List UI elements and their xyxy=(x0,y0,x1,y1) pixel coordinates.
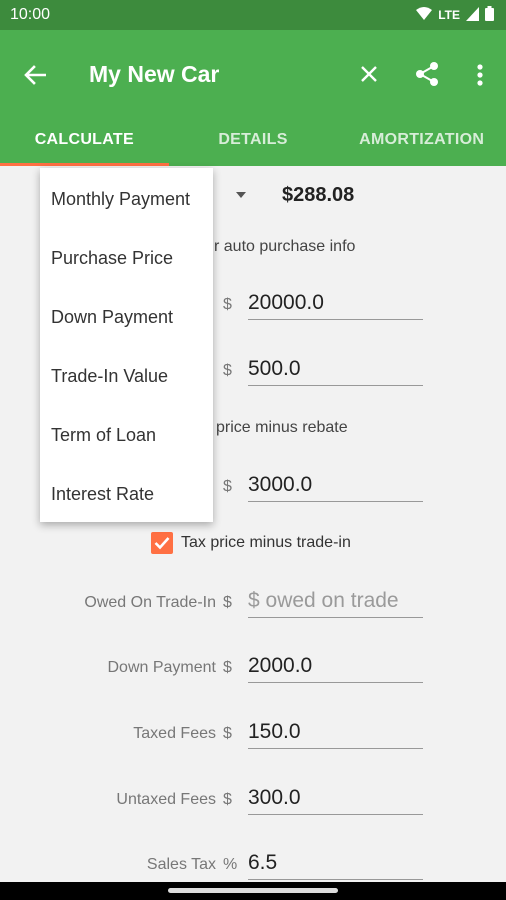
menu-item-purchase-price[interactable]: Purchase Price xyxy=(40,229,213,288)
menu-item-trade-in-value[interactable]: Trade-In Value xyxy=(40,347,213,406)
untaxed-fees-input[interactable] xyxy=(248,781,423,815)
close-button[interactable] xyxy=(355,60,383,88)
menu-item-monthly-payment[interactable]: Monthly Payment xyxy=(40,169,213,229)
tab-details[interactable]: DETAILS xyxy=(169,120,338,166)
currency-prefix: $ xyxy=(223,791,232,808)
signal-icon xyxy=(466,6,479,24)
calc-result: $288.08 xyxy=(282,184,355,206)
share-icon xyxy=(416,62,438,86)
share-button[interactable] xyxy=(412,59,442,89)
sales-tax-label: Sales Tax xyxy=(146,856,216,873)
down-payment-row: Down Payment $ xyxy=(0,647,506,687)
currency-prefix: $ xyxy=(223,296,232,313)
owed-on-trade-label: Owed On Trade-In xyxy=(84,594,216,611)
currency-prefix: $ xyxy=(223,659,232,676)
taxed-fees-input[interactable] xyxy=(248,715,423,749)
tab-amortization[interactable]: AMORTIZATION xyxy=(337,120,506,166)
untaxed-fees-label: Untaxed Fees xyxy=(116,791,216,808)
owed-on-trade-row: Owed On Trade-In $ xyxy=(0,582,506,622)
battery-icon xyxy=(485,6,494,24)
tab-bar: CALCULATE DETAILS AMORTIZATION xyxy=(0,120,506,166)
page-title: My New Car xyxy=(89,61,220,87)
auto-info-hint: r auto purchase info xyxy=(214,238,356,255)
menu-item-down-payment[interactable]: Down Payment xyxy=(40,288,213,347)
status-bar: 10:00 LTE xyxy=(0,0,506,30)
checkbox-checked-icon[interactable] xyxy=(151,532,173,554)
down-payment-input[interactable] xyxy=(248,649,423,683)
arrow-back-icon xyxy=(24,65,46,85)
menu-item-interest-rate[interactable]: Interest Rate xyxy=(40,465,213,524)
status-time: 10:00 xyxy=(10,6,51,23)
rebate-input[interactable] xyxy=(248,352,423,386)
purchase-price-input[interactable] xyxy=(248,286,423,320)
down-payment-label: Down Payment xyxy=(107,659,217,676)
network-type: LTE xyxy=(438,8,460,22)
calc-dropdown-arrow-icon[interactable] xyxy=(236,192,246,198)
taxed-fees-label: Taxed Fees xyxy=(133,725,216,742)
home-handle[interactable] xyxy=(168,888,338,893)
currency-prefix: $ xyxy=(223,478,232,495)
tax-rebate-hint: price minus rebate xyxy=(216,419,348,436)
currency-prefix: $ xyxy=(223,594,232,611)
currency-prefix: $ xyxy=(223,362,232,379)
back-button[interactable] xyxy=(20,60,50,90)
menu-item-term-of-loan[interactable]: Term of Loan xyxy=(40,406,213,465)
status-icons: LTE xyxy=(416,6,494,24)
percent-prefix: % xyxy=(223,856,238,873)
tax-minus-trade-in-checkbox[interactable]: Tax price minus trade-in xyxy=(151,532,351,554)
close-icon xyxy=(361,66,377,82)
currency-prefix: $ xyxy=(223,725,232,742)
navigation-bar xyxy=(0,882,506,900)
checkbox-label: Tax price minus trade-in xyxy=(181,534,351,551)
sales-tax-input[interactable] xyxy=(248,846,423,880)
calculate-dropdown-menu: Monthly Payment Purchase Price Down Paym… xyxy=(40,168,213,522)
more-options-button[interactable] xyxy=(468,60,492,90)
wifi-icon xyxy=(416,6,433,24)
app-bar: My New Car CALCULATE DETAILS AMORTIZATIO… xyxy=(0,30,506,166)
tab-calculate[interactable]: CALCULATE xyxy=(0,120,169,166)
more-vert-icon xyxy=(477,64,483,86)
taxed-fees-row: Taxed Fees $ xyxy=(0,713,506,753)
sales-tax-row: Sales Tax % xyxy=(0,844,506,884)
owed-on-trade-input[interactable] xyxy=(248,584,423,618)
trade-in-input[interactable] xyxy=(248,468,423,502)
untaxed-fees-row: Untaxed Fees $ xyxy=(0,779,506,819)
